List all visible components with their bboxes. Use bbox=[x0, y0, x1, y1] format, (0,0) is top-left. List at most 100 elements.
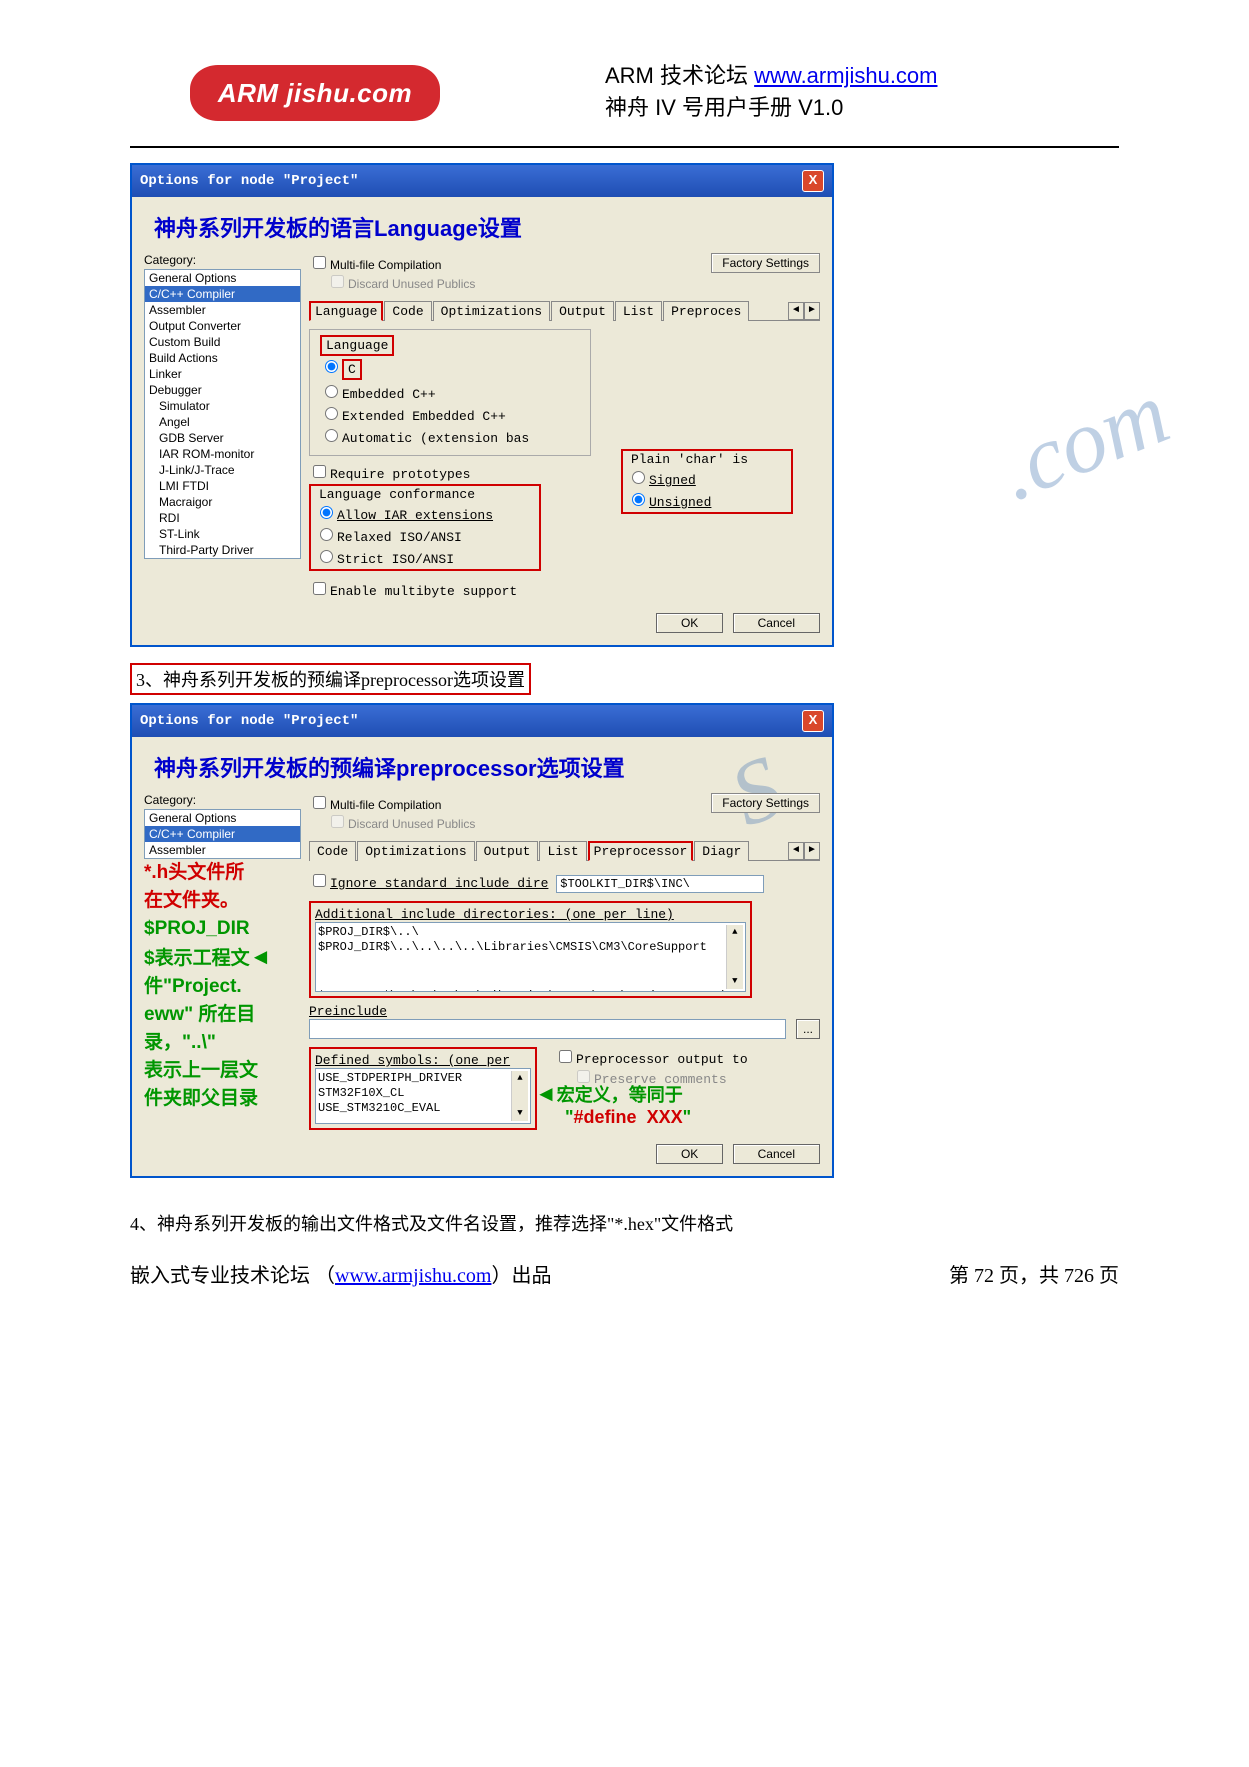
tab-left-icon[interactable]: ◄ bbox=[788, 842, 804, 860]
cat-build[interactable]: Build Actions bbox=[145, 350, 300, 366]
dialog-heading: 神舟系列开发板的预编译preprocessor选项设置 bbox=[154, 751, 820, 783]
ok-button[interactable]: OK bbox=[656, 613, 723, 633]
defined-symbols-field[interactable]: ▲ ▼ USE_STDPERIPH_DRIVER STM32F10X_CL USE… bbox=[315, 1068, 531, 1124]
scroll-down-icon[interactable]: ▼ bbox=[517, 1106, 522, 1121]
category-label: Category: bbox=[144, 253, 299, 267]
cat-gdb[interactable]: GDB Server bbox=[145, 430, 300, 446]
cat-stlink[interactable]: ST-Link bbox=[145, 526, 300, 542]
opt-relaxed: Relaxed ISO/ANSI bbox=[337, 530, 462, 545]
cat-assembler[interactable]: Assembler bbox=[145, 842, 300, 858]
multifile-label: Multi-file Compilation bbox=[330, 258, 441, 272]
footer-link[interactable]: www.armjishu.com bbox=[335, 1265, 491, 1287]
arrow-icon: ◄ bbox=[535, 1081, 557, 1106]
cat-output-conv[interactable]: Output Converter bbox=[145, 318, 300, 334]
green-annotation: ◄宏定义，等同于 "#define XXX" bbox=[535, 1081, 691, 1128]
tab-code[interactable]: Code bbox=[384, 301, 431, 321]
radio-relaxed[interactable] bbox=[320, 528, 333, 541]
category-label: Category: bbox=[144, 793, 299, 807]
addl-dirs-field[interactable]: ▲▼ $PROJ_DIR$\..\ $PROJ_DIR$\..\..\..\..… bbox=[315, 922, 746, 992]
cat-debugger[interactable]: Debugger bbox=[145, 382, 300, 398]
require-proto-checkbox[interactable] bbox=[313, 465, 326, 478]
discard-checkbox bbox=[331, 815, 344, 828]
ignore-std-checkbox[interactable] bbox=[313, 874, 326, 887]
cat-compiler[interactable]: C/C++ Compiler bbox=[145, 826, 300, 842]
tab-opt[interactable]: Optimizations bbox=[357, 841, 474, 861]
multifile-checkbox[interactable] bbox=[313, 256, 326, 269]
close-icon[interactable]: X bbox=[802, 710, 824, 732]
tab-opt[interactable]: Optimizations bbox=[433, 301, 550, 321]
defined-symbols-label: Defined symbols: (one per bbox=[315, 1053, 510, 1068]
opt-signed: Signed bbox=[649, 473, 696, 488]
tab-preproc[interactable]: Preproces bbox=[663, 301, 749, 321]
multifile-checkbox[interactable] bbox=[313, 796, 326, 809]
category-list[interactable]: General Options C/C++ Compiler Assembler… bbox=[144, 269, 301, 559]
dialog-heading: 神舟系列开发板的语言Language设置 bbox=[154, 211, 820, 243]
page-footer: 嵌入式专业技术论坛 （www.armjishu.com）出品 第 72 页，共 … bbox=[0, 1259, 1249, 1288]
cat-rdi[interactable]: RDI bbox=[145, 510, 300, 526]
tab-list[interactable]: List bbox=[539, 841, 586, 861]
defsym-line: USE_STM3210C_EVAL bbox=[318, 1101, 528, 1116]
cat-custom[interactable]: Custom Build bbox=[145, 334, 300, 350]
dialog-title: Options for node "Project" bbox=[140, 713, 358, 729]
cat-assembler[interactable]: Assembler bbox=[145, 302, 300, 318]
require-proto-label: Require prototypes bbox=[330, 467, 470, 482]
radio-strict[interactable] bbox=[320, 550, 333, 563]
close-icon[interactable]: X bbox=[802, 170, 824, 192]
tab-right-icon[interactable]: ► bbox=[804, 842, 820, 860]
scroll-down-icon[interactable]: ▼ bbox=[732, 974, 737, 989]
radio-auto[interactable] bbox=[325, 429, 338, 442]
conformance-group: Language conformance bbox=[315, 487, 479, 502]
arrow-icon: ◄ bbox=[250, 944, 272, 969]
radio-allowiar[interactable] bbox=[320, 506, 333, 519]
defsym-line: STM32F10X_CL bbox=[318, 1086, 528, 1101]
cat-general[interactable]: General Options bbox=[145, 810, 300, 826]
cat-linker[interactable]: Linker bbox=[145, 366, 300, 382]
tab-output[interactable]: Output bbox=[476, 841, 539, 861]
factory-settings-button[interactable]: Factory Settings bbox=[711, 793, 820, 813]
cat-compiler[interactable]: C/C++ Compiler bbox=[145, 286, 300, 302]
radio-c[interactable] bbox=[325, 360, 338, 373]
tab-left-icon[interactable]: ◄ bbox=[788, 302, 804, 320]
tab-output[interactable]: Output bbox=[551, 301, 614, 321]
tab-list[interactable]: List bbox=[615, 301, 662, 321]
forum-link[interactable]: www.armjishu.com bbox=[754, 63, 937, 88]
tab-preprocessor[interactable]: Preprocessor bbox=[588, 841, 694, 861]
cat-iar[interactable]: IAR ROM-monitor bbox=[145, 446, 300, 462]
addl-line: $PROJ_DIR$\..\..\..\..\Libraries\CMSIS\C… bbox=[318, 955, 743, 992]
cat-macr[interactable]: Macraigor bbox=[145, 494, 300, 510]
radio-eecpp[interactable] bbox=[325, 407, 338, 420]
ok-button[interactable]: OK bbox=[656, 1144, 723, 1164]
scroll-up-icon[interactable]: ▲ bbox=[517, 1071, 522, 1086]
radio-ecpp[interactable] bbox=[325, 385, 338, 398]
ignore-std-field[interactable]: $TOOLKIT_DIR$\INC\ bbox=[556, 875, 764, 893]
doc-subtitle: 神舟 IV 号用户手册 V1.0 bbox=[605, 95, 843, 120]
cancel-button[interactable]: Cancel bbox=[733, 1144, 820, 1164]
radio-signed[interactable] bbox=[632, 471, 645, 484]
cat-sim[interactable]: Simulator bbox=[145, 398, 300, 414]
options-dialog-1: Options for node "Project" X 神舟系列开发板的语言L… bbox=[130, 163, 834, 647]
factory-settings-button[interactable]: Factory Settings bbox=[711, 253, 820, 273]
dialog-title: Options for node "Project" bbox=[140, 173, 358, 189]
cat-angel[interactable]: Angel bbox=[145, 414, 300, 430]
cat-lmi[interactable]: LMI FTDI bbox=[145, 478, 300, 494]
cat-general[interactable]: General Options bbox=[145, 270, 300, 286]
preinclude-label: Preinclude bbox=[309, 1004, 387, 1019]
multibyte-checkbox[interactable] bbox=[313, 582, 326, 595]
defsym-line: USE_STDPERIPH_DRIVER bbox=[318, 1071, 528, 1086]
radio-unsigned[interactable] bbox=[632, 493, 645, 506]
tab-language[interactable]: Language bbox=[309, 301, 383, 321]
tab-diag[interactable]: Diagr bbox=[694, 841, 749, 861]
cancel-button[interactable]: Cancel bbox=[733, 613, 820, 633]
preinclude-browse-button[interactable]: ... bbox=[796, 1019, 820, 1039]
preinclude-field[interactable] bbox=[309, 1019, 786, 1039]
discard-label: Discard Unused Publics bbox=[348, 817, 475, 831]
ignore-std-label: Ignore standard include dire bbox=[330, 876, 548, 891]
cat-jlink[interactable]: J-Link/J-Trace bbox=[145, 462, 300, 478]
tab-code[interactable]: Code bbox=[309, 841, 356, 861]
scroll-up-icon[interactable]: ▲ bbox=[732, 925, 737, 940]
tab-right-icon[interactable]: ► bbox=[804, 302, 820, 320]
titlebar: Options for node "Project" X bbox=[132, 705, 832, 737]
ppout-checkbox[interactable] bbox=[559, 1050, 572, 1063]
cat-3rd[interactable]: Third-Party Driver bbox=[145, 542, 300, 558]
category-list[interactable]: General Options C/C++ Compiler Assembler bbox=[144, 809, 301, 859]
